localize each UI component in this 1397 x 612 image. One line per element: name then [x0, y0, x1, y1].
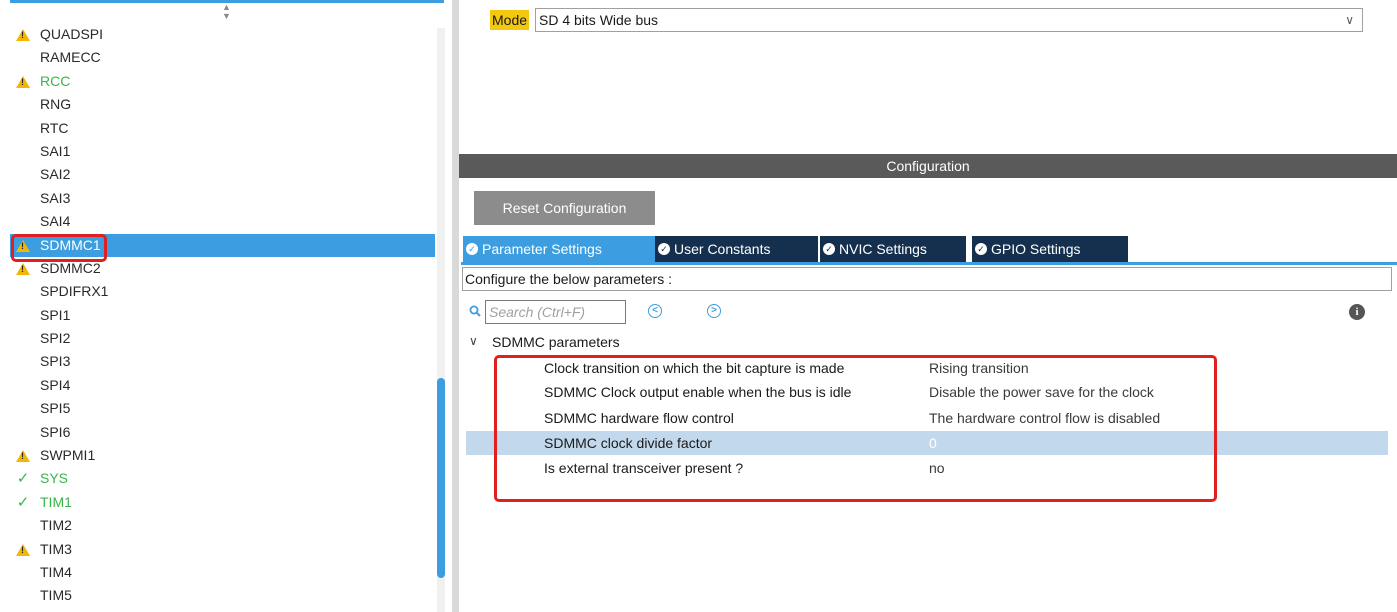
- peripheral-label: RCC: [40, 72, 71, 89]
- mode-select-value: SD 4 bits Wide bus: [539, 12, 659, 28]
- tab-label: User Constants: [674, 241, 771, 257]
- peripheral-list: QUADSPI RAMECC RCC RNG RTC SAI1 SAI2 SAI3 SAI4 SD…: [10, 23, 435, 608]
- warning-icon: [13, 70, 33, 93]
- peripheral-item-rng[interactable]: RNG: [10, 93, 435, 116]
- mode-select[interactable]: SD 4 bits Wide bus ∨: [535, 8, 1363, 32]
- peripheral-item-ramecc[interactable]: RAMECC: [10, 46, 435, 69]
- peripheral-label: RAMECC: [40, 49, 101, 66]
- search-input[interactable]: [485, 300, 626, 324]
- warning-icon: [13, 23, 33, 46]
- tab-nvic-settings[interactable]: ✓ NVIC Settings: [820, 236, 966, 262]
- peripheral-item-spi2[interactable]: SPI2: [10, 327, 435, 350]
- peripheral-item-sai2[interactable]: SAI2: [10, 163, 435, 186]
- check-circle-icon: ✓: [975, 243, 987, 255]
- tab-label: NVIC Settings: [839, 241, 927, 257]
- configure-parameters-hint: Configure the below parameters :: [462, 267, 1392, 291]
- search-next-button[interactable]: >: [707, 304, 721, 318]
- search-previous-button[interactable]: <: [648, 304, 662, 318]
- info-icon[interactable]: i: [1349, 304, 1365, 320]
- peripheral-label: SAI2: [40, 166, 71, 183]
- peripheral-label: SPI3: [40, 353, 71, 370]
- tab-underline: [461, 262, 1397, 265]
- peripheral-label: QUADSPI: [40, 26, 104, 42]
- peripheral-item-sai3[interactable]: SAI3: [10, 187, 435, 210]
- peripheral-label: SAI4: [40, 213, 71, 230]
- peripheral-label: SDMMC2: [40, 259, 101, 276]
- check-icon: ✓: [16, 470, 30, 488]
- check-circle-icon: ✓: [658, 243, 670, 255]
- check-circle-icon: ✓: [466, 243, 478, 255]
- peripheral-label: TIM2: [40, 517, 72, 534]
- peripheral-list-panel: ▲▼ QUADSPI RAMECC RCC RNG RTC SAI1 SAI2 SAI3 SAI…: [0, 0, 452, 612]
- peripheral-label: SPI1: [40, 306, 71, 323]
- reset-configuration-button[interactable]: Reset Configuration: [474, 191, 655, 225]
- check-icon: ✓: [16, 493, 30, 511]
- tab-gpio-settings[interactable]: ✓ GPIO Settings: [972, 236, 1128, 262]
- tab-user-constants[interactable]: ✓ User Constants: [655, 236, 818, 262]
- check-circle-icon: ✓: [823, 243, 835, 255]
- group-sdmmc-parameters[interactable]: SDMMC parameters: [492, 334, 620, 350]
- peripheral-item-tim2[interactable]: TIM2: [10, 514, 435, 537]
- peripheral-item-tim4[interactable]: TIM4: [10, 561, 435, 584]
- peripheral-label: SPI2: [40, 330, 71, 347]
- peripheral-item-spi6[interactable]: SPI6: [10, 421, 435, 444]
- peripheral-label: RTC: [40, 119, 69, 136]
- tab-label: Parameter Settings: [482, 241, 602, 257]
- peripheral-label: SAI1: [40, 142, 71, 159]
- peripheral-item-spi4[interactable]: SPI4: [10, 374, 435, 397]
- peripheral-label: RNG: [40, 96, 72, 113]
- peripheral-label: SWPMI1: [40, 447, 96, 464]
- peripheral-item-swpmi1[interactable]: SWPMI1: [10, 444, 435, 467]
- peripheral-item-sai4[interactable]: SAI4: [10, 210, 435, 233]
- list-scrollbar-thumb[interactable]: [437, 378, 445, 578]
- tab-parameter-settings[interactable]: ✓ Parameter Settings: [463, 236, 655, 262]
- peripheral-label: SAI3: [40, 189, 71, 206]
- chevron-down-icon[interactable]: ∨: [469, 334, 478, 348]
- warning-icon: [13, 538, 33, 561]
- parameters-highlight-box: [494, 355, 1217, 502]
- peripheral-item-sys[interactable]: ✓ SYS: [10, 467, 435, 490]
- peripheral-item-rcc[interactable]: RCC: [10, 70, 435, 93]
- sdmmc1-highlight-box: [11, 234, 107, 262]
- peripheral-item-tim5[interactable]: TIM5: [10, 584, 435, 607]
- peripheral-label: TIM5: [40, 587, 72, 604]
- panel-divider[interactable]: [452, 0, 459, 612]
- peripheral-item-spi5[interactable]: SPI5: [10, 397, 435, 420]
- chevron-down-icon: ∨: [1345, 13, 1354, 27]
- peripheral-item-quadspi[interactable]: QUADSPI: [10, 23, 435, 46]
- search-icon: [469, 305, 481, 317]
- peripheral-label: SPI5: [40, 400, 71, 417]
- peripheral-label: TIM4: [40, 563, 72, 580]
- configuration-header: Configuration: [459, 154, 1397, 178]
- peripheral-label: TIM3: [40, 540, 72, 557]
- tab-label: GPIO Settings: [991, 241, 1081, 257]
- peripheral-label: SPDIFRX1: [40, 283, 109, 300]
- peripheral-item-spi3[interactable]: SPI3: [10, 350, 435, 373]
- peripheral-label: SPI4: [40, 376, 71, 393]
- peripheral-label: TIM1: [40, 493, 72, 510]
- peripheral-label: SYS: [40, 470, 69, 487]
- peripheral-item-spi1[interactable]: SPI1: [10, 304, 435, 327]
- peripheral-item-sai1[interactable]: SAI1: [10, 140, 435, 163]
- peripheral-item-spdifrx1[interactable]: SPDIFRX1: [10, 280, 435, 303]
- mode-label: Mode: [490, 10, 530, 30]
- warning-icon: [13, 444, 33, 467]
- peripheral-label: SPI6: [40, 423, 71, 440]
- peripheral-item-rtc[interactable]: RTC: [10, 117, 435, 140]
- peripheral-item-tim1[interactable]: ✓ TIM1: [10, 491, 435, 514]
- peripheral-item-tim3[interactable]: TIM3: [10, 538, 435, 561]
- sort-arrow-icon[interactable]: ▲ ▼: [222, 3, 231, 21]
